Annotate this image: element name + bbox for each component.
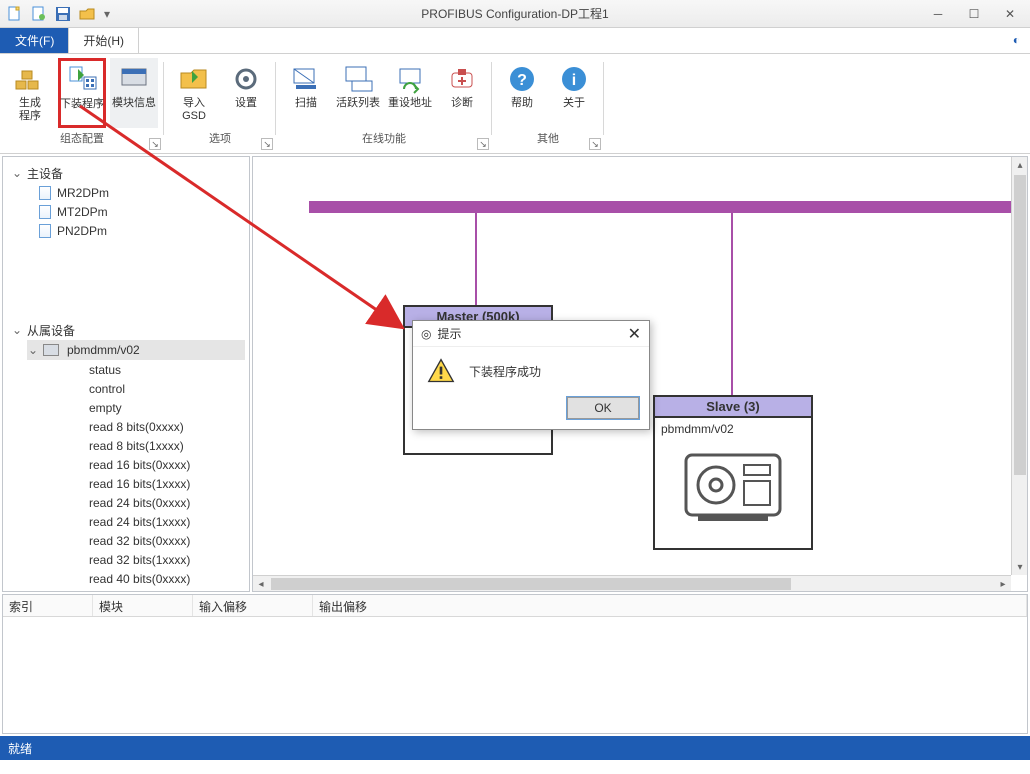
bus-line — [309, 201, 1028, 213]
folder-import-icon — [178, 63, 210, 95]
tree-main-item[interactable]: MT2DPm — [7, 202, 245, 221]
warning-icon — [427, 357, 455, 385]
tree-slave-item[interactable]: read 24 bits(1xxxx) — [63, 512, 245, 531]
svg-text:?: ? — [517, 72, 527, 89]
ribbon-tabs: 文件(F) 开始(H) ◐ — [0, 28, 1030, 54]
tree-slave-item[interactable]: empty — [63, 398, 245, 417]
svg-text:i: i — [572, 72, 576, 89]
device-icon — [673, 440, 793, 530]
settings-button[interactable]: 设置 — [222, 58, 270, 128]
dialog-title: 提示 — [437, 325, 461, 342]
info-icon: i — [558, 63, 590, 95]
download-program-button[interactable]: 下装程序 — [58, 58, 106, 128]
tab-file[interactable]: 文件(F) — [0, 27, 69, 53]
canvas-scroll-h[interactable]: ◂ ▸ — [253, 575, 1011, 591]
drop-line-slave — [731, 213, 733, 398]
reset-address-button[interactable]: 重设地址 — [386, 58, 434, 128]
group-online-launcher[interactable]: ↘ — [477, 138, 489, 150]
reset-icon — [394, 63, 426, 95]
title-bar: ▾ PROFIBUS Configuration-DP工程1 ─ ☐ ✕ — [0, 0, 1030, 28]
ribbon-group-other: ? 帮助 i 关于 其他 ↘ — [492, 54, 604, 153]
slave-node[interactable]: Slave (3) pbmdmm/v02 — [653, 395, 813, 550]
dialog-close-button[interactable]: ✕ — [628, 324, 641, 344]
generate-program-button[interactable]: 生成 程序 — [6, 58, 54, 128]
ribbon-group-options: 导入 GSD 设置 选项 ↘ — [164, 54, 276, 153]
active-list-button[interactable]: 活跃列表 — [334, 58, 382, 128]
ribbon-help-icon[interactable]: ◐ — [1003, 27, 1030, 53]
tree-slave-item[interactable]: read 32 bits(1xxxx) — [63, 550, 245, 569]
tree-slave-item[interactable]: read 32 bits(0xxxx) — [63, 531, 245, 550]
group-options-launcher[interactable]: ↘ — [261, 138, 273, 150]
col-module[interactable]: 模块 — [93, 595, 193, 616]
group-other-launcher[interactable]: ↘ — [589, 138, 601, 150]
tree-main-devices[interactable]: ⌄主设备 — [7, 163, 245, 183]
gear-icon — [230, 63, 262, 95]
tree-slave-item[interactable]: read 8 bits(1xxxx) — [63, 436, 245, 455]
module-table: 索引 模块 输入偏移 输出偏移 — [2, 594, 1028, 734]
dialog-message: 下装程序成功 — [469, 363, 541, 380]
message-dialog: ◎ 提示 ✕ 下装程序成功 OK — [412, 320, 650, 430]
scan-icon — [290, 63, 322, 95]
dialog-ok-button[interactable]: OK — [567, 397, 639, 419]
tree-slave-item[interactable]: control — [63, 379, 245, 398]
tree-slave-item[interactable]: read 8 bits(0xxxx) — [63, 417, 245, 436]
bricks-icon — [14, 63, 46, 95]
col-index[interactable]: 索引 — [3, 595, 93, 616]
ribbon-group-config: 生成 程序 下装程序 模块信息 组态配置 ↘ — [0, 54, 164, 153]
help-icon: ? — [506, 63, 538, 95]
tab-start[interactable]: 开始(H) — [68, 27, 139, 53]
tree-slave-item[interactable]: read 16 bits(1xxxx) — [63, 474, 245, 493]
drop-line-master — [475, 213, 477, 308]
col-out-offset[interactable]: 输出偏移 — [313, 595, 1027, 616]
canvas-scroll-v[interactable]: ▴ ▾ — [1011, 157, 1027, 575]
tree-main-item[interactable]: MR2DPm — [7, 183, 245, 202]
help-button[interactable]: ? 帮助 — [498, 58, 546, 128]
module-info-icon — [118, 63, 150, 95]
col-in-offset[interactable]: 输入偏移 — [193, 595, 313, 616]
scan-button[interactable]: 扫描 — [282, 58, 330, 128]
status-text: 就绪 — [8, 740, 32, 757]
tree-main-item[interactable]: PN2DPm — [7, 221, 245, 240]
diagnose-button[interactable]: 诊断 — [438, 58, 486, 128]
list-icon — [342, 63, 374, 95]
tree-slave-item[interactable]: read 16 bits(0xxxx) — [63, 455, 245, 474]
download-icon — [66, 64, 98, 96]
slave-title: Slave (3) — [655, 397, 811, 418]
diagnose-icon — [446, 63, 478, 95]
window-title: PROFIBUS Configuration-DP工程1 — [0, 5, 1030, 22]
tree-slave-item[interactable]: read 40 bits(0xxxx) — [63, 569, 245, 588]
about-button[interactable]: i 关于 — [550, 58, 598, 128]
dialog-app-icon: ◎ — [421, 327, 431, 341]
tree-slave-item[interactable]: read 24 bits(0xxxx) — [63, 493, 245, 512]
device-tree-panel: ⌄主设备 MR2DPmMT2DPmPN2DPm ⌄从属设备 ⌄pbmdmm/v0… — [2, 156, 250, 592]
ribbon: 生成 程序 下装程序 模块信息 组态配置 ↘ 导入 GSD 设置 选项 — [0, 54, 1030, 154]
import-gsd-button[interactable]: 导入 GSD — [170, 58, 218, 128]
ribbon-group-online: 扫描 活跃列表 重设地址 诊断 在线功能 ↘ — [276, 54, 492, 153]
module-info-button[interactable]: 模块信息 — [110, 58, 158, 128]
status-bar: 就绪 — [0, 736, 1030, 760]
tree-slave-dev[interactable]: ⌄pbmdmm/v02 — [27, 340, 245, 360]
slave-name: pbmdmm/v02 — [661, 422, 805, 436]
tree-slave-item[interactable]: status — [63, 360, 245, 379]
tree-slave-devices[interactable]: ⌄从属设备 — [7, 320, 245, 340]
group-config-launcher[interactable]: ↘ — [149, 138, 161, 150]
